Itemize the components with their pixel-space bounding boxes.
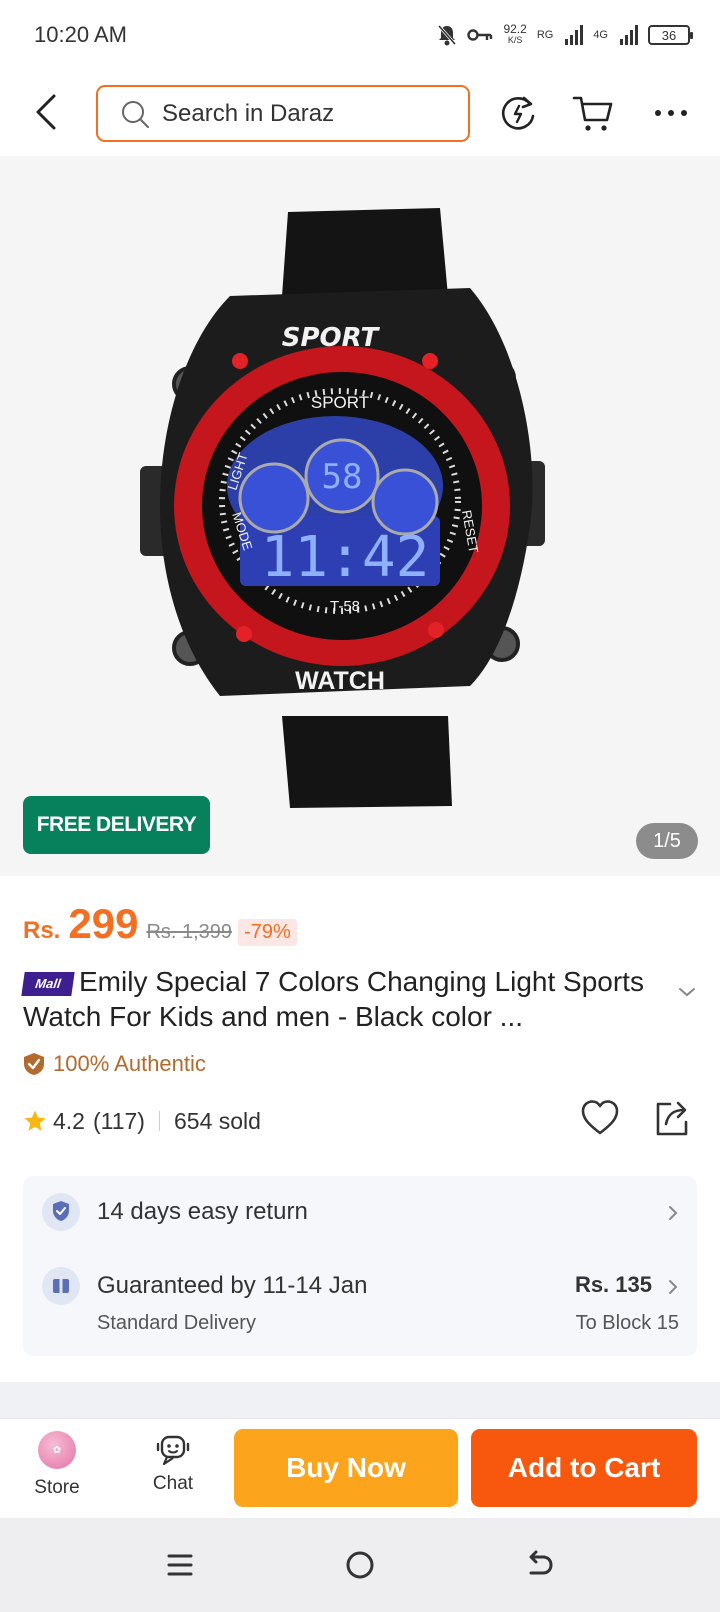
heart-icon[interactable]: [580, 1098, 620, 1138]
free-delivery-badge: FREE DELIVERY: [23, 796, 210, 854]
cart-icon[interactable]: [572, 92, 614, 134]
search-placeholder: Search in Daraz: [162, 99, 335, 127]
chat-button[interactable]: Chat: [136, 1433, 210, 1509]
authentic-badge: 100% Authentic: [23, 1051, 206, 1077]
network-speed: 92.2 K/S: [503, 22, 527, 45]
status-icons: 92.2 K/S RG 4G 36: [437, 20, 693, 50]
delivery-destination[interactable]: To Block 15: [576, 1312, 679, 1335]
price-currency: Rs.: [23, 917, 61, 944]
watch-face-text: SPORT: [311, 393, 369, 412]
review-count: (117): [92, 1107, 145, 1134]
current-price: 299: [68, 900, 139, 947]
original-price: Rs. 1,399: [146, 921, 233, 943]
delivery-guarantee-text[interactable]: Guaranteed by 11-14 Jan: [97, 1272, 367, 1300]
product-title[interactable]: Mall Emily Special 7 Colors Changing Ligh…: [21, 964, 663, 1034]
product-image-gallery[interactable]: 58 11:42 SPORT SPORT T-58 WATCH LIGHT MO…: [0, 156, 720, 876]
return-shield-icon: [42, 1193, 80, 1231]
sim1-label: RG: [536, 29, 554, 41]
store-button[interactable]: ✿ Store: [20, 1431, 94, 1507]
refresh-icon[interactable]: [497, 92, 539, 134]
chat-label: Chat: [152, 1473, 194, 1494]
chat-icon: [156, 1435, 190, 1466]
discount-badge: -79%: [238, 919, 297, 946]
mute-bell-icon: [438, 25, 457, 46]
svg-text:58: 58: [322, 457, 363, 497]
return-policy-text[interactable]: 14 days easy return: [97, 1198, 308, 1226]
delivery-box-icon: [42, 1267, 80, 1305]
svg-text:11:42: 11:42: [261, 525, 430, 590]
watch-label-text: WATCH: [295, 667, 385, 695]
more-options-icon[interactable]: [650, 92, 692, 134]
rating-row[interactable]: 4.2 (117) 654 sold: [23, 1106, 261, 1136]
sim2-label: 4G: [593, 29, 608, 41]
status-time: 10:20 AM: [34, 22, 127, 47]
chevron-down-icon[interactable]: [676, 984, 698, 1000]
store-label: Store: [34, 1477, 80, 1498]
share-icon[interactable]: [652, 1098, 690, 1138]
search-input[interactable]: Search in Daraz: [96, 85, 470, 142]
buy-now-button[interactable]: Buy Now: [234, 1429, 458, 1507]
search-icon: [122, 100, 149, 128]
battery-icon: 36: [648, 25, 693, 45]
key-icon: [467, 29, 493, 41]
signal-icon: [565, 25, 584, 45]
rating-value: 4.2: [53, 1107, 85, 1134]
delivery-fee: Rs. 135: [574, 1272, 652, 1297]
star-icon: [24, 1110, 46, 1131]
add-to-cart-button[interactable]: Add to Cart: [471, 1429, 697, 1507]
image-counter: 1/5: [636, 823, 698, 859]
product-info-section: Rs. 299 Rs. 1,399 -79% Mall Emily Special…: [0, 876, 720, 1382]
authentic-text: 100% Authentic: [53, 1051, 206, 1076]
back-nav-icon[interactable]: [523, 1548, 557, 1582]
product-title-text: Emily Special 7 Colors Changing Light Sp…: [23, 966, 644, 1032]
watch-model-text: T-58: [330, 598, 360, 615]
mall-badge: Mall: [21, 972, 75, 996]
top-header: Search in Daraz: [0, 72, 720, 156]
sold-count: 654 sold: [173, 1107, 261, 1134]
menu-icon[interactable]: [163, 1548, 197, 1582]
price-row: Rs. 299 Rs. 1,399 -79%: [23, 900, 297, 948]
chevron-right-icon[interactable]: [667, 1278, 679, 1296]
shield-check-icon: [24, 1053, 44, 1075]
back-arrow-icon[interactable]: [28, 90, 68, 134]
service-card: 14 days easy return Guaranteed by 11-14 …: [23, 1176, 697, 1356]
store-avatar: ✿: [38, 1431, 76, 1469]
divider: [158, 1111, 160, 1131]
product-image: 58 11:42 SPORT SPORT T-58 WATCH LIGHT MO…: [0, 156, 720, 876]
status-bar: 10:20 AM 92.2 K/S RG 4G 36: [0, 0, 720, 72]
bottom-action-bar: ✿ Store Chat Buy Now Add to Cart: [0, 1418, 720, 1518]
watch-brand-text: SPORT: [282, 323, 381, 353]
home-circle-icon[interactable]: [343, 1548, 377, 1582]
delivery-type-text: Standard Delivery: [97, 1312, 256, 1334]
system-navigation-bar: [0, 1518, 720, 1612]
chevron-right-icon[interactable]: [667, 1204, 679, 1222]
signal-icon: [620, 25, 638, 45]
